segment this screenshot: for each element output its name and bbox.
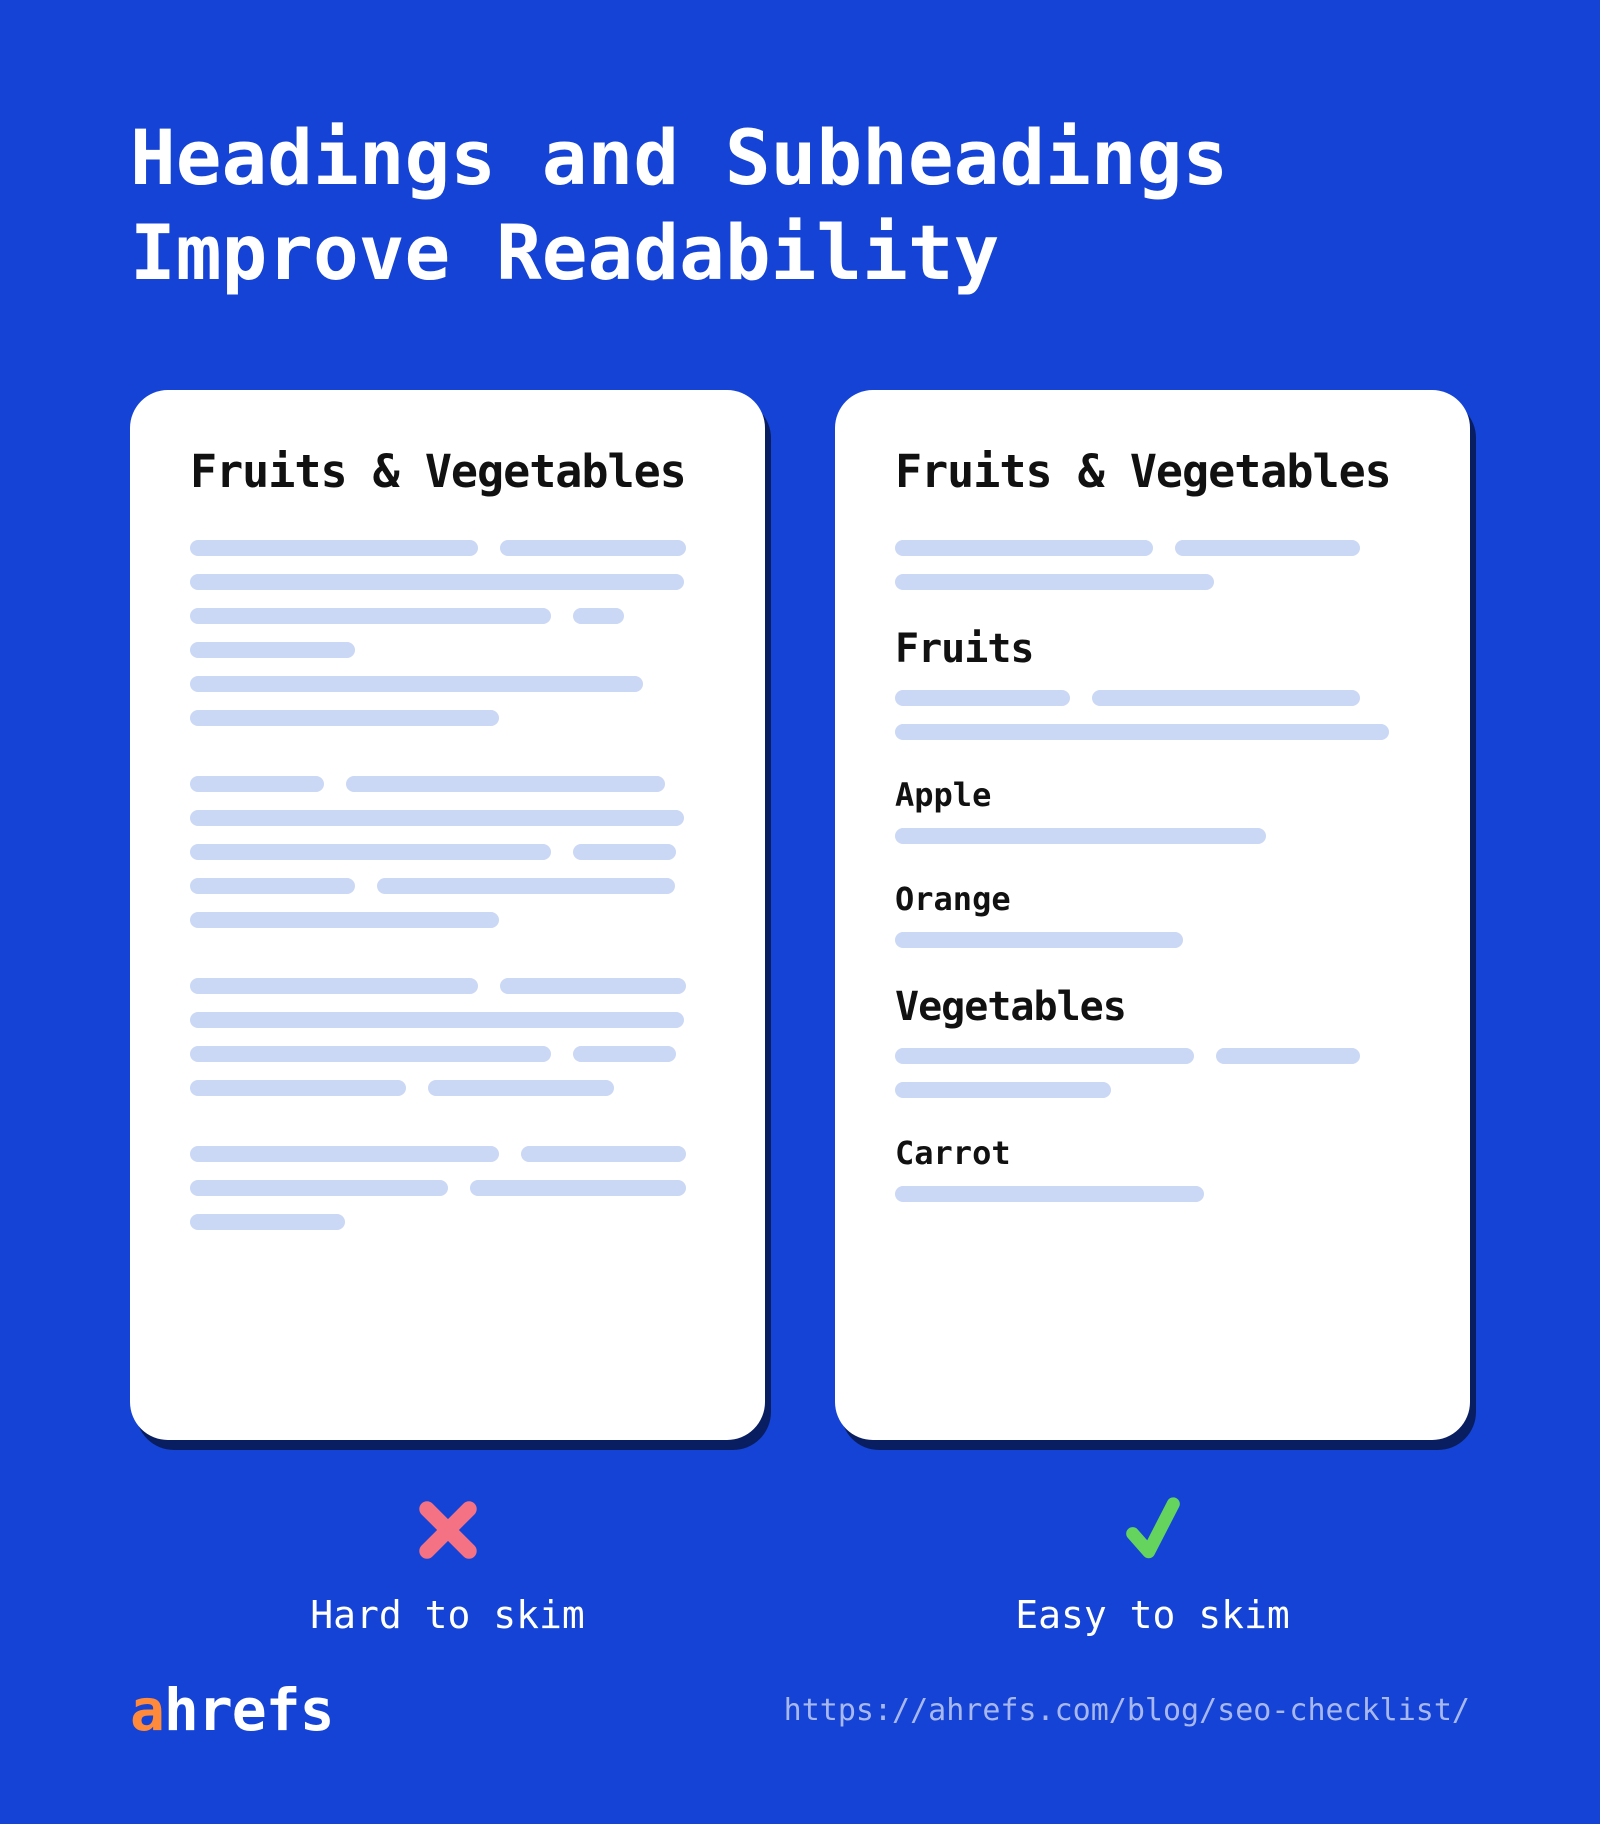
logo-first-letter: a bbox=[130, 1676, 164, 1744]
title-line-2: Improve Readability bbox=[130, 208, 999, 297]
subheading: Vegetables bbox=[895, 984, 1410, 1030]
placeholder-paragraph bbox=[895, 540, 1410, 590]
subheading: Fruits bbox=[895, 626, 1410, 672]
item-heading: Carrot bbox=[895, 1134, 1410, 1172]
card-heading: Fruits & Vegetables bbox=[895, 445, 1410, 498]
placeholder-paragraph bbox=[190, 776, 705, 928]
bad-example-column: Fruits & Vegetables bbox=[130, 390, 765, 1637]
check-icon bbox=[1124, 1495, 1182, 1565]
bad-example-card: Fruits & Vegetables bbox=[130, 390, 765, 1440]
cross-icon bbox=[413, 1495, 483, 1565]
page-title: Headings and Subheadings Improve Readabi… bbox=[0, 0, 1600, 300]
footer: ahrefs https://ahrefs.com/blog/seo-check… bbox=[130, 1676, 1470, 1744]
placeholder-paragraph bbox=[190, 540, 705, 726]
card-heading: Fruits & Vegetables bbox=[190, 445, 705, 498]
item-heading: Apple bbox=[895, 776, 1410, 814]
placeholder-paragraph bbox=[190, 978, 705, 1096]
placeholder-paragraph bbox=[190, 1146, 705, 1230]
good-example-caption: Easy to skim bbox=[1015, 1593, 1290, 1637]
item-heading: Orange bbox=[895, 880, 1410, 918]
placeholder-paragraph bbox=[895, 932, 1410, 948]
placeholder-paragraph bbox=[895, 1186, 1410, 1202]
good-example-card: Fruits & Vegetables Fruits Apple Orange … bbox=[835, 390, 1470, 1440]
placeholder-paragraph bbox=[895, 1048, 1410, 1098]
brand-logo: ahrefs bbox=[130, 1676, 334, 1744]
logo-rest: hrefs bbox=[164, 1676, 334, 1744]
placeholder-paragraph bbox=[895, 690, 1410, 740]
good-example-column: Fruits & Vegetables Fruits Apple Orange … bbox=[835, 390, 1470, 1637]
source-url: https://ahrefs.com/blog/seo-checklist/ bbox=[784, 1693, 1470, 1728]
bad-example-caption: Hard to skim bbox=[310, 1593, 585, 1637]
comparison-row: Fruits & Vegetables bbox=[0, 300, 1600, 1637]
placeholder-paragraph bbox=[895, 828, 1410, 844]
title-line-1: Headings and Subheadings bbox=[130, 113, 1228, 202]
